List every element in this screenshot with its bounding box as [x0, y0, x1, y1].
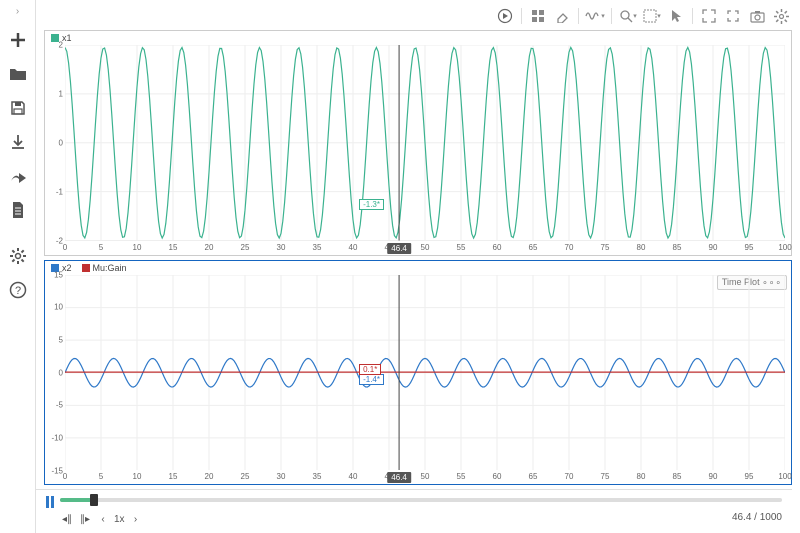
time-slider[interactable]	[60, 498, 782, 502]
zoom-icon[interactable]: ▾	[617, 5, 639, 27]
cursor-value-label: -1.3*	[359, 199, 384, 210]
svg-text:?: ?	[14, 285, 20, 297]
help-icon[interactable]: ?	[4, 276, 32, 304]
cursor-x-label: 46.4	[387, 243, 411, 254]
download-icon[interactable]	[4, 128, 32, 156]
settings-gear-icon[interactable]	[4, 242, 32, 270]
export-icon[interactable]	[4, 162, 32, 190]
pointer-icon[interactable]	[665, 5, 687, 27]
camera-icon[interactable]	[746, 5, 768, 27]
slider-thumb[interactable]	[90, 494, 98, 506]
cursor-value-label: -1.4*	[359, 374, 384, 385]
plots-container: x1 -2-1012051015202530354045505560657075…	[44, 30, 792, 485]
add-icon[interactable]	[4, 26, 32, 54]
step-back-button[interactable]: ◂∥	[60, 512, 74, 526]
fit-icon[interactable]: ▾	[641, 5, 663, 27]
grid-icon[interactable]	[527, 5, 549, 27]
speed-up-button[interactable]: ›	[129, 512, 143, 526]
speed-down-button[interactable]: ‹	[96, 512, 110, 526]
legend-label: Mu:Gain	[93, 263, 127, 273]
document-icon[interactable]	[4, 196, 32, 224]
cursor-x-label: 46.4	[387, 472, 411, 483]
playback-bar: ◂∥ ∥▸ ‹ 1x › 46.4 / 1000	[36, 489, 792, 533]
collapse-chevron-icon[interactable]: ›	[16, 6, 19, 20]
cursor-value-label: 0.1*	[359, 364, 381, 375]
top-toolbar: ▾ ▾ ▾	[494, 4, 792, 28]
signal-icon[interactable]: ▾	[584, 5, 606, 27]
fullscreen-icon[interactable]	[722, 5, 744, 27]
left-toolbar: › ?	[0, 0, 36, 533]
plot-x2[interactable]: x2 Mu:Gain Time Plot ∘∘∘ -15-10-50510150…	[44, 260, 792, 486]
save-icon[interactable]	[4, 94, 32, 122]
legend-label: x1	[62, 33, 72, 43]
expand-icon[interactable]	[698, 5, 720, 27]
time-readout: 46.4 / 1000	[732, 512, 782, 523]
pause-button[interactable]	[42, 494, 58, 510]
folder-icon[interactable]	[4, 60, 32, 88]
run-icon[interactable]	[494, 5, 516, 27]
speed-label: 1x	[114, 514, 125, 525]
eraser-icon[interactable]	[551, 5, 573, 27]
legend-label: x2	[62, 263, 72, 273]
gear-icon[interactable]	[770, 5, 792, 27]
plot-x1[interactable]: x1 -2-1012051015202530354045505560657075…	[44, 30, 792, 256]
step-fwd-button[interactable]: ∥▸	[78, 512, 92, 526]
